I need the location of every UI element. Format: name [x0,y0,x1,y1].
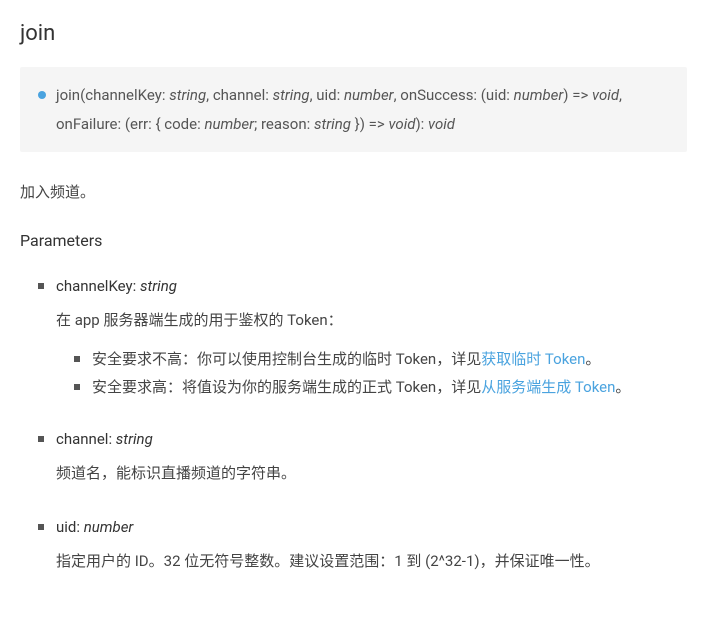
link-temp-token[interactable]: 获取临时 Token [481,350,585,368]
param-name-text: uid: [56,518,84,536]
sig-seg: ; reason: [254,115,314,133]
method-description: 加入频道。 [20,180,687,204]
sig-type: number [344,86,394,104]
sig-type: number [204,115,254,133]
bullet-icon [38,91,46,99]
param-desc: 频道名，能标识直播频道的字符串。 [56,461,687,487]
sub-suffix: 。 [615,378,630,396]
sig-type: string [314,115,351,133]
sig-type: number [514,86,564,104]
signature-box: join(channelKey: string, channel: string… [20,67,687,152]
sub-text: 安全要求不高：你可以使用控制台生成的临时 Token，详见 [92,350,481,368]
parameters-list: channelKey: string 在 app 服务器端生成的用于鉴权的 To… [20,274,687,575]
sub-suffix: 。 [585,350,600,368]
sig-seg: ) => [563,86,592,104]
sig-fn: join [56,86,80,104]
param-type: string [140,277,177,295]
list-item: 安全要求高：将值设为你的服务端生成的正式 Token，详见从服务端生成 Toke… [74,375,687,399]
param-channelkey: channelKey: string 在 app 服务器端生成的用于鉴权的 To… [38,274,687,400]
sig-seg: , uid: [310,86,344,104]
parameters-heading: Parameters [20,228,687,254]
sig-seg: , channel: [206,86,272,104]
list-item: 安全要求不高：你可以使用控制台生成的临时 Token，详见获取临时 Token。 [74,347,687,371]
param-name-text: channelKey: [56,277,140,295]
param-uid: uid: number 指定用户的 ID。32 位无符号整数。建议设置范围：1 … [38,515,687,575]
sig-type: void [592,86,619,104]
param-type: string [116,430,153,448]
sig-type: void [428,115,455,133]
param-desc: 在 app 服务器端生成的用于鉴权的 Token： [56,308,687,334]
sig-type: void [388,115,415,133]
param-name: channel: string [56,427,687,451]
link-server-token[interactable]: 从服务端生成 Token [481,378,615,396]
page-title: join [20,16,687,51]
sig-seg: ): [415,115,428,133]
sig-type: string [169,86,206,104]
param-name: uid: number [56,515,687,539]
sub-text: 安全要求高：将值设为你的服务端生成的正式 Token，详见 [92,378,481,396]
param-name: channelKey: string [56,274,687,298]
sig-seg: , onSuccess: (uid: [394,86,514,104]
signature-text: join(channelKey: string, channel: string… [56,81,669,138]
param-name-text: channel: [56,430,116,448]
param-type: number [84,518,134,536]
param-channel: channel: string 频道名，能标识直播频道的字符串。 [38,427,687,487]
sub-list: 安全要求不高：你可以使用控制台生成的临时 Token，详见获取临时 Token。… [56,347,687,399]
param-desc: 指定用户的 ID。32 位无符号整数。建议设置范围：1 到 (2^32-1)，并… [56,549,687,575]
sig-seg: (channelKey: [80,86,169,104]
sig-type: string [273,86,310,104]
sig-seg: }) => [351,115,389,133]
